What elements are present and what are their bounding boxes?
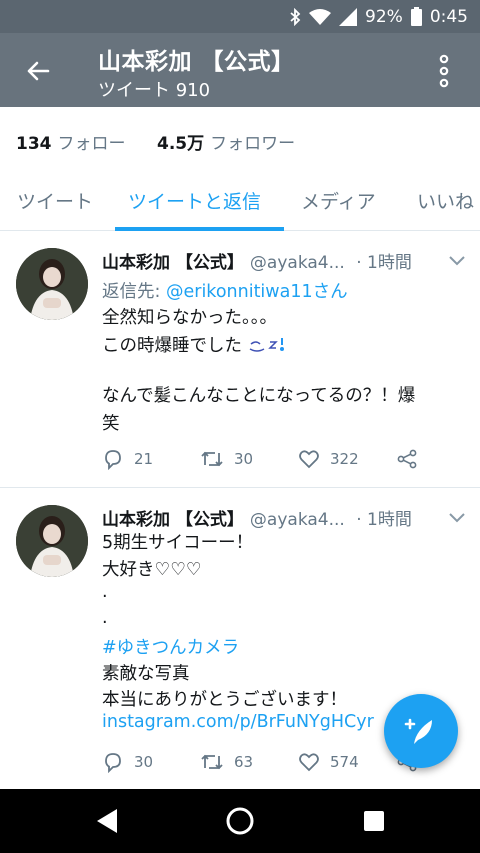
reply-action[interactable]: 30 <box>102 751 153 773</box>
share-icon <box>397 449 417 469</box>
tweet-text-line: 大好き♡♡♡ <box>102 560 202 580</box>
sleepy-face-emoji-icon <box>249 338 284 352</box>
tweet-time: · 1時間 <box>356 253 412 273</box>
retweet-action[interactable]: 30 <box>200 448 253 470</box>
tab-tweets[interactable]: ツイート <box>17 187 93 214</box>
followers-link[interactable]: 4.5万 フォロワー <box>157 129 295 154</box>
reply-to-user[interactable]: @erikonnitiwa11さん <box>166 282 348 302</box>
follow-stats: 134 フォロー 4.5万 フォロワー <box>0 107 480 173</box>
tweet-header: 山本彩加 【公式】 @ayaka4... · 1時間 <box>102 505 412 530</box>
nav-home-icon[interactable] <box>224 805 256 837</box>
status-bar: 92% 0:45 <box>0 0 480 33</box>
like-count: 574 <box>330 753 359 771</box>
tweet-count: ツイート 910 <box>98 80 211 101</box>
battery-percent: 92% <box>365 6 403 27</box>
more-options-icon[interactable] <box>436 53 452 89</box>
tweet-text-line: 素敵な写真 <box>102 664 190 684</box>
author-name[interactable]: 山本彩加 【公式】 <box>102 253 244 273</box>
tab-media[interactable]: メディア <box>301 187 376 214</box>
system-nav-bar <box>0 789 480 853</box>
following-count: 134 <box>16 134 52 154</box>
reply-count: 30 <box>134 753 154 771</box>
retweet-action[interactable]: 63 <box>200 751 253 773</box>
reply-to-label: 返信先: <box>102 282 161 302</box>
tweet-text-line: 5期生サイコーー！ <box>102 533 254 553</box>
avatar[interactable] <box>16 248 88 320</box>
cell-signal-icon <box>339 7 358 26</box>
author-handle: @ayaka4... <box>249 253 345 273</box>
like-count: 322 <box>330 450 359 468</box>
tweet-text-line: 笑 <box>102 414 120 434</box>
profile-tabs: ツイート ツイートと返信 メディア いいね <box>0 173 480 231</box>
followers-label: フォロワー <box>210 134 296 154</box>
tweet-header: 山本彩加 【公式】 @ayaka4... · 1時間 <box>102 248 412 273</box>
like-action[interactable]: 322 <box>298 448 359 470</box>
following-label: フォロー <box>57 134 126 154</box>
nav-back-icon[interactable] <box>91 805 123 837</box>
share-action[interactable] <box>396 448 418 470</box>
retweet-icon <box>201 754 223 770</box>
compose-tweet-button[interactable] <box>384 694 458 768</box>
author-name[interactable]: 山本彩加 【公式】 <box>102 510 244 530</box>
reply-to: 返信先: @erikonnitiwa11さん <box>102 278 348 303</box>
heart-icon <box>299 753 319 772</box>
bluetooth-icon <box>290 7 301 26</box>
clock: 0:45 <box>429 6 468 27</box>
reply-action[interactable]: 21 <box>102 448 153 470</box>
tab-likes[interactable]: いいね <box>417 187 474 214</box>
nav-recents-icon[interactable] <box>358 805 390 837</box>
author-handle: @ayaka4... <box>249 510 345 530</box>
reply-icon <box>105 753 121 773</box>
instagram-link[interactable]: instagram.com/p/BrFuNYgHCyr <box>102 712 392 732</box>
chevron-down-icon[interactable] <box>448 255 466 267</box>
back-arrow-icon[interactable] <box>22 55 54 87</box>
tweet[interactable]: 山本彩加 【公式】 @ayaka4... · 1時間 返信先: @erikonni… <box>0 232 480 488</box>
retweet-count: 30 <box>234 450 254 468</box>
battery-icon <box>410 7 422 26</box>
wifi-icon <box>309 8 332 25</box>
followers-count: 4.5万 <box>157 134 205 154</box>
like-action[interactable]: 574 <box>298 751 359 773</box>
heart-icon <box>299 450 319 469</box>
tweet-time: · 1時間 <box>356 510 412 530</box>
hashtag-link[interactable]: #ゆきつんカメラ <box>102 634 239 659</box>
tweet-text-line: 全然知らなかった。。。 <box>102 308 277 328</box>
tweet-text-line: . <box>102 608 108 628</box>
avatar[interactable] <box>16 505 88 577</box>
tweet-text-line: なんで髪こんなことになってるの？！爆 <box>102 386 416 406</box>
compose-feather-icon <box>404 718 432 744</box>
reply-icon <box>105 450 121 470</box>
retweet-icon <box>201 451 223 467</box>
page-title: 山本彩加 【公式】 <box>98 49 295 75</box>
active-tab-indicator <box>115 227 284 231</box>
retweet-count: 63 <box>234 753 254 771</box>
following-link[interactable]: 134 フォロー <box>16 129 126 154</box>
tab-tweets-and-replies[interactable]: ツイートと返信 <box>128 187 261 214</box>
tweet-text-line: . <box>102 582 108 602</box>
reply-count: 21 <box>134 450 154 468</box>
app-bar: 山本彩加 【公式】 ツイート 910 <box>0 33 480 107</box>
tweet-text-segment: この時爆睡でした <box>102 336 242 356</box>
tweet-text-line: 本当にありがとうございます！ <box>102 690 347 710</box>
chevron-down-icon[interactable] <box>448 512 466 524</box>
tweet-text-line: この時爆睡でした <box>102 332 288 357</box>
